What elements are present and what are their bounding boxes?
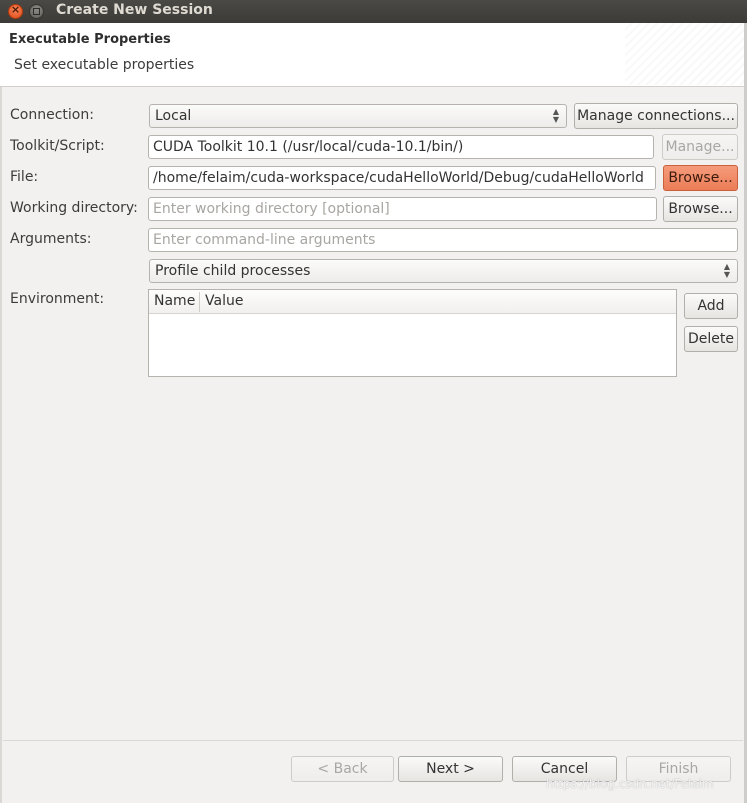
arguments-label: Arguments: [10,231,92,247]
delete-env-button[interactable]: Delete [684,326,738,352]
window-titlebar: × Create New Session [0,0,747,23]
column-header-name[interactable]: Name [154,293,195,309]
toolkit-field[interactable]: CUDA Toolkit 10.1 (/usr/local/cuda-10.1/… [148,135,654,159]
close-icon: × [10,3,21,16]
next-button[interactable]: Next > [398,756,503,782]
footer-divider [3,740,743,741]
browse-file-button[interactable]: Browse... [663,165,738,191]
wizard-header: Executable Properties Set executable pro… [0,23,747,87]
connection-label: Connection: [10,107,94,123]
watermark: https://blog.csdn.net/Felaim [546,777,714,791]
browse-working-dir-button[interactable]: Browse... [663,196,738,222]
connection-value: Local [155,108,192,124]
add-env-button[interactable]: Add [684,293,738,319]
page-title: Executable Properties [9,32,171,47]
connection-select[interactable]: Local ▲ ▼ [149,104,567,128]
working-dir-label: Working directory: [10,200,138,216]
header-banner-pattern [625,23,745,85]
table-header: Name Value [149,290,676,314]
toolkit-label: Toolkit/Script: [10,138,105,154]
environment-table[interactable]: Name Value [148,289,677,377]
profile-mode-select[interactable]: Profile child processes ▲ ▼ [149,259,738,283]
window-edge-left [0,87,2,803]
arguments-input[interactable]: Enter command-line arguments [148,228,738,252]
updown-arrows-icon: ▲ ▼ [723,262,730,279]
profile-mode-value: Profile child processes [155,263,311,279]
column-divider [199,292,200,312]
updown-arrows-icon: ▲ ▼ [552,107,559,124]
window-title: Create New Session [56,2,213,18]
column-header-value[interactable]: Value [205,293,243,309]
file-label: File: [10,169,39,185]
manage-toolkit-button[interactable]: Manage... [662,134,738,160]
environment-label: Environment: [10,291,105,307]
back-button[interactable]: < Back [291,756,394,782]
working-dir-input[interactable]: Enter working directory [optional] [148,197,657,221]
manage-connections-button[interactable]: Manage connections... [574,103,738,129]
maximize-icon [33,8,40,15]
maximize-window-button[interactable] [29,4,44,19]
close-window-button[interactable]: × [8,3,23,19]
file-field[interactable]: /home/felaim/cuda-workspace/cudaHelloWor… [148,166,656,190]
page-subtitle: Set executable properties [14,57,195,73]
